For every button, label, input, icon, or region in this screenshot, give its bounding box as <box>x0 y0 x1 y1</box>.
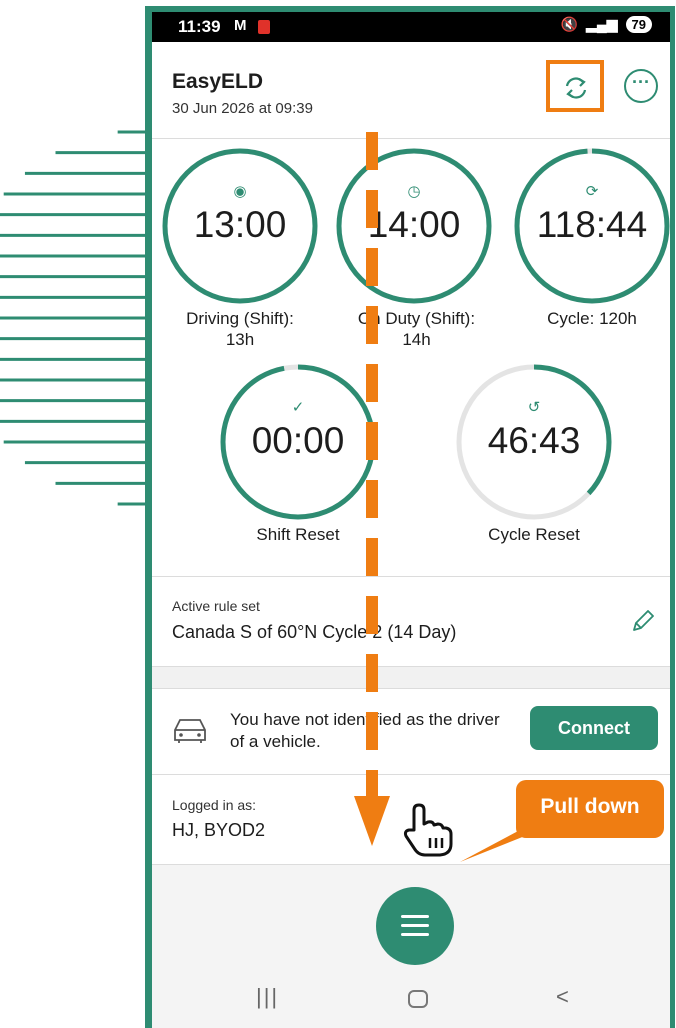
connect-button[interactable]: Connect <box>530 706 658 750</box>
cycle-reset-label: Cycle Reset <box>488 525 580 544</box>
menu-button[interactable] <box>376 887 454 965</box>
more-icon: ··· <box>632 72 650 92</box>
driving-label-line2: 13h <box>225 330 255 349</box>
rule-set-caption: Active rule set <box>172 598 260 614</box>
status-bar: 11:39 M 🔇 ▂▄▆ 79 <box>152 12 670 42</box>
back-button[interactable]: < <box>556 984 569 1010</box>
battery-indicator: 79 <box>625 16 652 33</box>
home-button[interactable] <box>408 990 428 1008</box>
status-time: 11:39 <box>178 17 221 36</box>
driving-shift-gauge[interactable]: ◉ 13:00 <box>160 146 320 306</box>
reset-icon: ↺ <box>527 399 541 416</box>
refresh-button[interactable] <box>546 60 604 112</box>
rule-set-value: Canada S of 60°N Cycle 2 (14 Day) <box>172 622 457 642</box>
pull-down-callout: Pull down <box>516 780 664 838</box>
pull-down-arrow <box>354 132 390 846</box>
app-header: EasyELD 30 Jun 2026 at 09:39 ··· <box>152 42 670 139</box>
decorative-stripes <box>0 130 150 506</box>
android-navbar: ||| < <box>152 970 670 1028</box>
login-value: HJ, BYOD2 <box>172 820 266 840</box>
cycle-gauge[interactable]: ⟳ 118:44 <box>512 146 670 306</box>
header-date: 30 Jun 2026 at 09:39 <box>172 100 313 117</box>
pdf-icon <box>258 20 270 34</box>
login-caption: Logged in as: <box>172 797 257 813</box>
driving-time-value: 13:00 <box>193 204 287 245</box>
status-indicators: 🔇 ▂▄▆ 79 <box>561 16 652 33</box>
refresh-icon <box>565 77 587 99</box>
menu-icon-bar <box>401 933 429 936</box>
cycle-reset-gauge[interactable]: ↺ 46:43 <box>454 362 614 522</box>
cycle-time-value: 118:44 <box>536 204 648 245</box>
driving-label-line1: Driving (Shift): <box>186 309 294 328</box>
cycle-label: Cycle: 120h <box>514 308 670 329</box>
app-screen: 11:39 M 🔇 ▂▄▆ 79 EasyELD 30 Jun 2026 at … <box>152 12 670 1028</box>
menu-icon-bar <box>401 924 429 927</box>
gmail-icon: M <box>234 17 247 34</box>
mute-icon: 🔇 <box>560 16 579 32</box>
steering-wheel-icon: ◉ <box>233 183 247 200</box>
more-options-button[interactable]: ··· <box>624 69 658 103</box>
car-icon <box>174 719 206 743</box>
cycle-icon: ⟳ <box>585 183 599 200</box>
signal-icon: ▂▄▆ <box>586 16 618 32</box>
section-divider <box>152 666 670 689</box>
pencil-icon[interactable] <box>630 608 656 634</box>
cycle-reset-value: 46:43 <box>487 420 581 461</box>
app-title: EasyELD <box>172 70 264 93</box>
menu-icon <box>401 915 429 918</box>
recent-apps-button[interactable]: ||| <box>256 984 279 1010</box>
cycle-label-line1: Cycle: 120h <box>547 309 637 328</box>
driving-shift-label: Driving (Shift): 13h <box>160 308 320 350</box>
